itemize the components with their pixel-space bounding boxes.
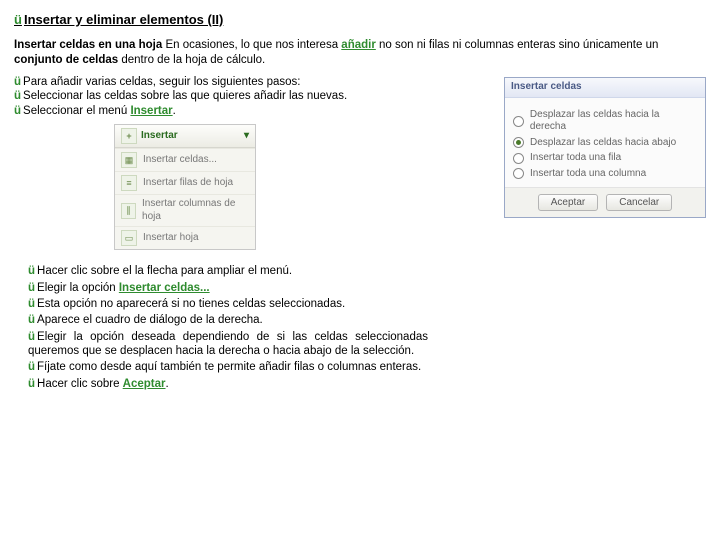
menu-item-insertar-celdas[interactable]: ▦Insertar celdas...: [115, 148, 255, 171]
dialog-title: Insertar celdas: [511, 81, 582, 92]
kw-anadir: añadir: [341, 39, 376, 51]
cells-icon: ▦: [121, 152, 137, 168]
step-text: Esta opción no aparecerá si no tienes ce…: [37, 298, 345, 310]
dialog-option-fila[interactable]: Insertar toda una fila: [513, 152, 697, 165]
step-text: Aparece el cuadro de diálogo de la derec…: [37, 314, 263, 326]
insert-icon: +: [121, 128, 137, 144]
dialog-option-columna[interactable]: Insertar toda una columna: [513, 168, 697, 181]
check-icon: ü: [14, 12, 22, 27]
check-icon: ü: [28, 298, 35, 310]
radio-icon: [513, 116, 524, 127]
insert-dropdown-label: Insertar: [141, 130, 178, 143]
chevron-down-icon: ▾: [244, 130, 249, 143]
menu-item-insertar-filas[interactable]: ≡Insertar filas de hoja: [115, 171, 255, 194]
check-icon: ü: [28, 265, 35, 277]
intro-paragraph: Insertar celdas en una hoja En ocasiones…: [14, 38, 706, 67]
step-text: Fíjate como desde aquí también te permit…: [37, 361, 421, 373]
cancelar-button[interactable]: Cancelar: [606, 194, 672, 211]
step-text: Seleccionar las celdas sobre las que qui…: [23, 90, 347, 102]
steps-bottom: üHacer clic sobre el la flecha para ampl…: [28, 264, 428, 391]
step-text: Hacer clic sobre: [37, 378, 123, 390]
steps-top: üPara añadir varias celdas, seguir los s…: [14, 75, 434, 250]
check-icon: ü: [28, 361, 35, 373]
kw-insertar-celdas: Insertar celdas...: [119, 282, 210, 294]
menu-item-insertar-hoja[interactable]: ▭Insertar hoja: [115, 226, 255, 249]
radio-icon: [513, 153, 524, 164]
insert-dropdown: + Insertar ▾ ▦Insertar celdas... ≡Insert…: [114, 124, 256, 250]
radio-icon: [513, 168, 524, 179]
step-text: Para añadir varias celdas, seguir los si…: [23, 76, 300, 88]
check-icon: ü: [14, 90, 21, 102]
check-icon: ü: [28, 331, 35, 343]
dialog-option-derecha[interactable]: Desplazar las celdas hacia la derecha: [513, 109, 697, 134]
sheet-icon: ▭: [121, 230, 137, 246]
dialog-titlebar: Insertar celdas: [505, 78, 705, 98]
dialog-option-abajo[interactable]: Desplazar las celdas hacia abajo: [513, 137, 697, 150]
rows-icon: ≡: [121, 175, 137, 191]
check-icon: ü: [28, 282, 35, 294]
intro-lead: Insertar celdas en una hoja: [14, 39, 162, 51]
cols-icon: ∥: [121, 203, 136, 219]
insert-dropdown-header[interactable]: + Insertar ▾: [115, 125, 255, 148]
menu-item-insertar-columnas[interactable]: ∥Insertar columnas de hoja: [115, 194, 255, 226]
check-icon: ü: [28, 378, 35, 390]
section-title-text: Insertar y eliminar elementos (II): [24, 12, 223, 27]
step-text: Elegir la opción deseada dependiendo de …: [28, 331, 428, 357]
radio-icon: [513, 137, 524, 148]
kw-conjunto-celdas: conjunto de celdas: [14, 54, 118, 66]
step-text: Seleccionar el menú: [23, 105, 130, 117]
check-icon: ü: [28, 314, 35, 326]
section-title: üInsertar y eliminar elementos (II): [14, 12, 706, 28]
step-text: Hacer clic sobre el la flecha para ampli…: [37, 265, 292, 277]
insert-cells-dialog: Insertar celdas Desplazar las celdas hac…: [504, 77, 706, 218]
check-icon: ü: [14, 76, 21, 88]
aceptar-button[interactable]: Aceptar: [538, 194, 598, 211]
step-text: Elegir la opción: [37, 282, 119, 294]
check-icon: ü: [14, 105, 21, 117]
kw-aceptar: Aceptar: [123, 378, 166, 390]
kw-insertar: Insertar: [130, 105, 172, 117]
